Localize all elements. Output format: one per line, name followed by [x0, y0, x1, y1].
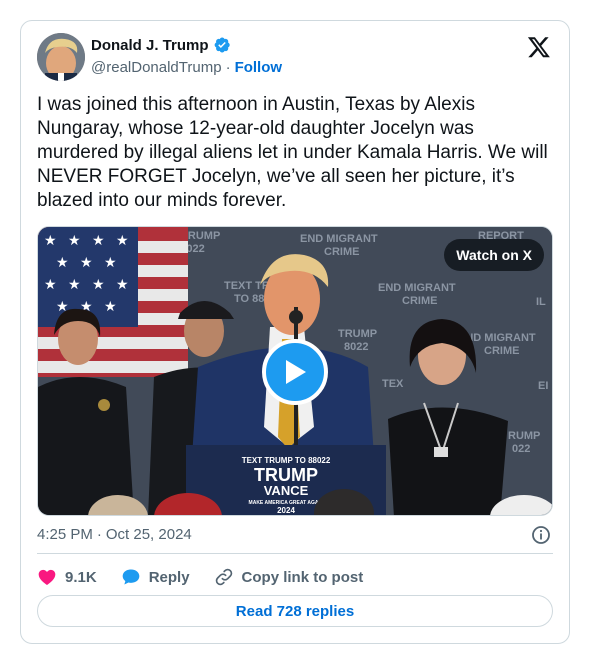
backdrop-text: TEX: [382, 378, 404, 390]
copy-link-button[interactable]: Copy link to post: [214, 565, 364, 589]
x-logo-icon[interactable]: [527, 35, 551, 59]
tweet-embed-card: Donald J. Trump @realDonaldTrump · Follo…: [20, 20, 570, 644]
backdrop-text: RUMP: [508, 430, 540, 442]
svg-text:★: ★: [104, 255, 117, 271]
reply-bubble-icon: [122, 569, 140, 585]
backdrop-text: TRUMP: [338, 328, 377, 340]
svg-text:★: ★: [92, 277, 105, 293]
svg-text:★: ★: [44, 233, 57, 249]
backdrop-text: END MIGRANT: [378, 282, 456, 294]
like-button[interactable]: 9.1K: [37, 565, 97, 589]
read-replies-button[interactable]: Read 728 replies: [37, 595, 553, 627]
podium-text: 2024: [277, 506, 295, 515]
link-icon: [215, 568, 232, 586]
podium-text: TEXT TRUMP TO 88022: [242, 456, 331, 465]
divider: [37, 553, 553, 554]
tweet-text: I was joined this afternoon in Austin, T…: [37, 94, 554, 211]
svg-text:★: ★: [92, 233, 105, 249]
backdrop-text: EI: [538, 380, 548, 392]
reply-button[interactable]: Reply: [121, 565, 190, 589]
play-button[interactable]: [262, 339, 328, 405]
action-bar: 9.1K Reply Copy link to post: [37, 565, 387, 589]
svg-text:★: ★: [116, 277, 129, 293]
video-player[interactable]: TEXT TRUMP TO 88022 END MIGRANT CRIME TE…: [37, 226, 553, 516]
backdrop-text: END MIGRANT: [300, 233, 378, 245]
svg-text:★: ★: [56, 255, 69, 271]
follow-link[interactable]: Follow: [235, 59, 283, 76]
backdrop-text: IL: [536, 296, 546, 308]
backdrop-text: CRIME: [402, 295, 437, 307]
copy-link-label: Copy link to post: [241, 568, 364, 586]
verified-badge-icon: [213, 36, 231, 54]
backdrop-text: CRIME: [484, 345, 519, 357]
heart-icon: [38, 569, 56, 585]
watch-on-x-button[interactable]: Watch on X: [444, 239, 544, 271]
svg-text:★: ★: [116, 233, 129, 249]
timestamp-separator: ·: [96, 526, 102, 543]
svg-text:★: ★: [80, 255, 93, 271]
like-count: 9.1K: [65, 568, 97, 586]
tweet-date[interactable]: Oct 25, 2024: [106, 526, 192, 543]
backdrop-text: CRIME: [324, 246, 359, 258]
american-flag: ★ ★ ★ ★ ★ ★ ★ ★ ★ ★ ★ ★ ★ ★: [38, 227, 188, 377]
svg-text:★: ★: [68, 233, 81, 249]
backdrop-text: 8022: [344, 341, 368, 353]
author-name[interactable]: Donald J. Trump: [91, 37, 209, 54]
handle-separator: ·: [225, 59, 231, 76]
backdrop-text: 022: [512, 443, 530, 455]
svg-text:★: ★: [104, 299, 117, 315]
author-avatar[interactable]: [37, 33, 85, 81]
backdrop-text: TEXT TR: [224, 280, 270, 292]
tweet-timestamp[interactable]: 4:25 PM · Oct 25, 2024: [37, 526, 192, 543]
play-icon: [286, 360, 306, 384]
author-handle[interactable]: @realDonaldTrump: [91, 59, 222, 76]
podium-text: VANCE: [264, 483, 309, 498]
backdrop-text: TO 88: [234, 293, 264, 305]
svg-text:★: ★: [44, 277, 57, 293]
svg-text:★: ★: [68, 277, 81, 293]
tweet-time[interactable]: 4:25 PM: [37, 526, 93, 543]
info-icon[interactable]: [531, 525, 551, 545]
podium-text: TRUMP: [254, 465, 318, 485]
reply-label: Reply: [148, 568, 190, 586]
